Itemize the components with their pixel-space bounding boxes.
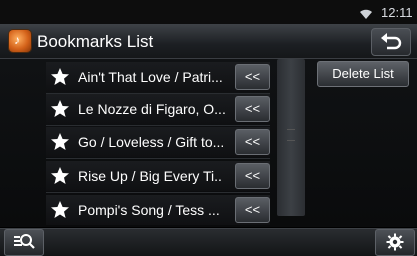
row-divider bbox=[46, 192, 270, 193]
settings-icon bbox=[386, 233, 404, 251]
star-icon bbox=[51, 201, 69, 218]
wifi-icon bbox=[360, 9, 372, 19]
bookmark-label: Go / Loveless / Gift to... bbox=[78, 134, 225, 150]
search-button[interactable] bbox=[4, 229, 44, 256]
star-icon bbox=[51, 167, 69, 184]
star-icon bbox=[51, 68, 69, 85]
page-title: Bookmarks List bbox=[37, 32, 154, 51]
move-up-button[interactable]: << bbox=[235, 129, 270, 155]
back-button[interactable] bbox=[371, 28, 411, 56]
bottom-bar bbox=[0, 228, 417, 256]
bookmark-label: Pompi's Song / Tess ... bbox=[78, 202, 220, 218]
bookmark-row[interactable]: Rise Up / Big Every Ti.. << bbox=[46, 161, 270, 191]
row-divider bbox=[46, 158, 270, 159]
move-up-button[interactable]: << bbox=[235, 197, 270, 223]
move-up-button[interactable]: << bbox=[235, 64, 270, 90]
move-up-button[interactable]: << bbox=[235, 96, 270, 122]
status-bar bbox=[0, 0, 417, 24]
move-up-button[interactable]: << bbox=[235, 163, 270, 189]
search-icon bbox=[14, 234, 35, 249]
bookmark-row[interactable]: Pompi's Song / Tess ... << bbox=[46, 195, 270, 225]
bookmark-label: Le Nozze di Figaro, O... bbox=[78, 101, 226, 117]
list-scrollbar[interactable] bbox=[277, 59, 305, 216]
bookmark-row[interactable]: Le Nozze di Figaro, O... << bbox=[46, 94, 270, 124]
delete-list-button[interactable]: Delete List bbox=[317, 61, 409, 87]
star-icon bbox=[51, 133, 69, 150]
back-icon bbox=[381, 33, 402, 50]
row-divider bbox=[46, 125, 270, 126]
app-icon: ♪ bbox=[9, 30, 31, 52]
star-icon bbox=[51, 100, 69, 117]
settings-button[interactable] bbox=[375, 229, 415, 256]
bookmark-label: Ain't That Love / Patri... bbox=[78, 69, 223, 85]
bookmark-row[interactable]: Go / Loveless / Gift to... << bbox=[46, 127, 270, 157]
bookmark-row[interactable]: Ain't That Love / Patri... << bbox=[46, 62, 270, 92]
bookmark-label: Rise Up / Big Every Ti.. bbox=[78, 168, 222, 184]
status-clock: 12:11 bbox=[381, 5, 413, 20]
scroll-grip[interactable] bbox=[287, 129, 295, 141]
